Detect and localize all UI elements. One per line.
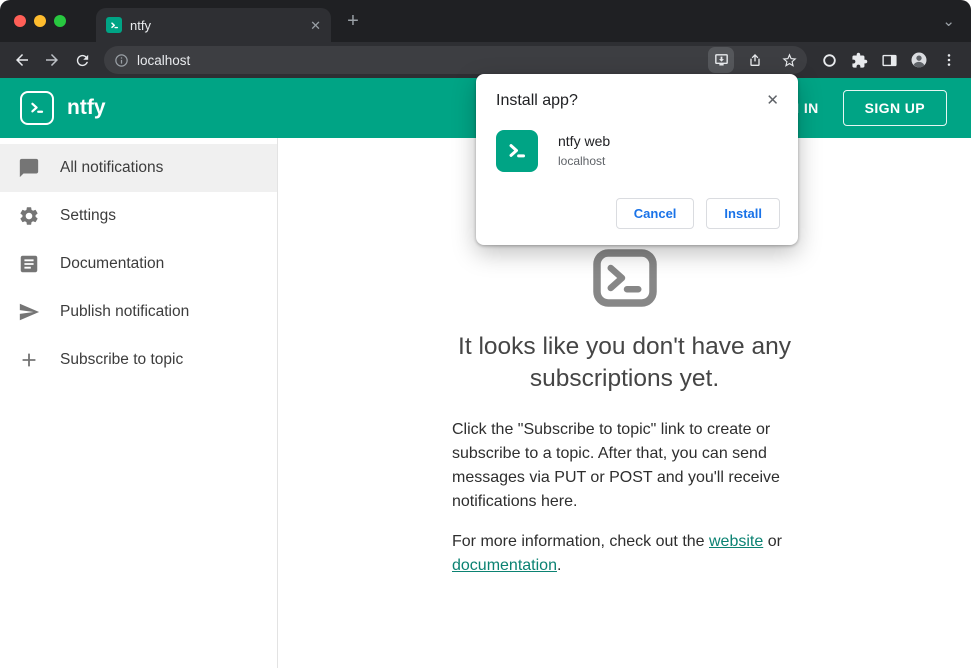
book-icon: [20, 255, 38, 273]
browser-window: ntfy ✕ + ⌄ localhost ntfy IN SIGN UP All…: [0, 0, 971, 668]
browser-toolbar: localhost: [0, 42, 971, 78]
plus-icon: [22, 353, 36, 367]
sign-up-button[interactable]: SIGN UP: [842, 90, 947, 126]
close-window-button[interactable]: [14, 15, 26, 27]
ntfy-logo-icon: [20, 91, 54, 125]
install-app-dialog: Install app? ✕ ntfy web localhost Cancel…: [476, 74, 798, 245]
sidebar-item-label: All notifications: [60, 159, 164, 176]
site-info-icon[interactable]: [114, 53, 129, 68]
documentation-link[interactable]: documentation: [452, 557, 557, 574]
menu-kebab-icon[interactable]: [935, 46, 963, 74]
extensions-puzzle-icon[interactable]: [845, 46, 873, 74]
dialog-app-info: ntfy web localhost: [558, 130, 610, 168]
send-icon: [19, 303, 40, 321]
empty-state-heading: It looks like you don't have any subscri…: [458, 333, 791, 393]
ntfy-app-icon: [496, 130, 538, 172]
sidebar-item-publish-notification[interactable]: Publish notification: [0, 288, 277, 336]
tab-list-chevron-icon[interactable]: ⌄: [942, 12, 955, 30]
sidebar-item-label: Documentation: [60, 255, 165, 272]
dialog-close-icon[interactable]: ✕: [763, 92, 782, 109]
info-text: .: [556, 556, 562, 574]
dialog-app-origin: localhost: [558, 154, 606, 168]
tab-title: ntfy: [130, 17, 151, 33]
sidebar-item-all-notifications[interactable]: All notifications: [0, 144, 277, 192]
extension-icon[interactable]: [815, 46, 843, 74]
share-icon[interactable]: [742, 47, 768, 73]
empty-state-text: Click the "Subscribe to topic" link to c…: [452, 418, 797, 578]
sidebar-item-subscribe-to-topic[interactable]: Subscribe to topic: [0, 336, 277, 384]
bookmark-star-icon[interactable]: [776, 47, 802, 73]
info-text: For more information, check out the: [452, 532, 709, 550]
chat-icon: [19, 158, 39, 178]
browser-tab[interactable]: ntfy ✕: [96, 8, 331, 42]
address-bar[interactable]: localhost: [104, 46, 807, 74]
url-text[interactable]: localhost: [137, 53, 700, 68]
website-link[interactable]: website: [709, 533, 763, 550]
back-button[interactable]: [8, 46, 36, 74]
new-tab-button[interactable]: +: [339, 7, 367, 35]
tab-close-icon[interactable]: ✕: [310, 19, 321, 32]
reload-button[interactable]: [68, 46, 96, 74]
app-title: ntfy: [67, 96, 106, 119]
tab-favicon-ntfy-icon: [106, 17, 122, 33]
ntfy-empty-state-icon: [592, 248, 658, 313]
traffic-lights: [0, 15, 78, 27]
dialog-app-name: ntfy web: [558, 133, 611, 149]
sidebar-item-label: Publish notification: [60, 303, 190, 320]
empty-state-info: For more information, check out the webs…: [452, 530, 797, 578]
side-panel-icon[interactable]: [875, 46, 903, 74]
profile-avatar[interactable]: [905, 46, 933, 74]
install-button[interactable]: Install: [706, 198, 780, 229]
info-text: or: [763, 532, 782, 550]
sidebar-item-settings[interactable]: Settings: [0, 192, 277, 240]
minimize-window-button[interactable]: [34, 15, 46, 27]
forward-button[interactable]: [38, 46, 66, 74]
dialog-title: Install app?: [496, 92, 578, 109]
empty-state-paragraph: Click the "Subscribe to topic" link to c…: [452, 420, 780, 510]
cancel-button[interactable]: Cancel: [615, 198, 695, 229]
tab-strip: ntfy ✕ + ⌄: [0, 0, 971, 42]
install-app-icon[interactable]: [708, 47, 734, 73]
gear-icon: [20, 207, 38, 225]
sidebar: All notifications Settings Documentation…: [0, 138, 278, 668]
maximize-window-button[interactable]: [54, 15, 66, 27]
sidebar-item-label: Subscribe to topic: [60, 351, 184, 368]
sidebar-item-documentation[interactable]: Documentation: [0, 240, 277, 288]
sidebar-item-label: Settings: [60, 207, 117, 224]
